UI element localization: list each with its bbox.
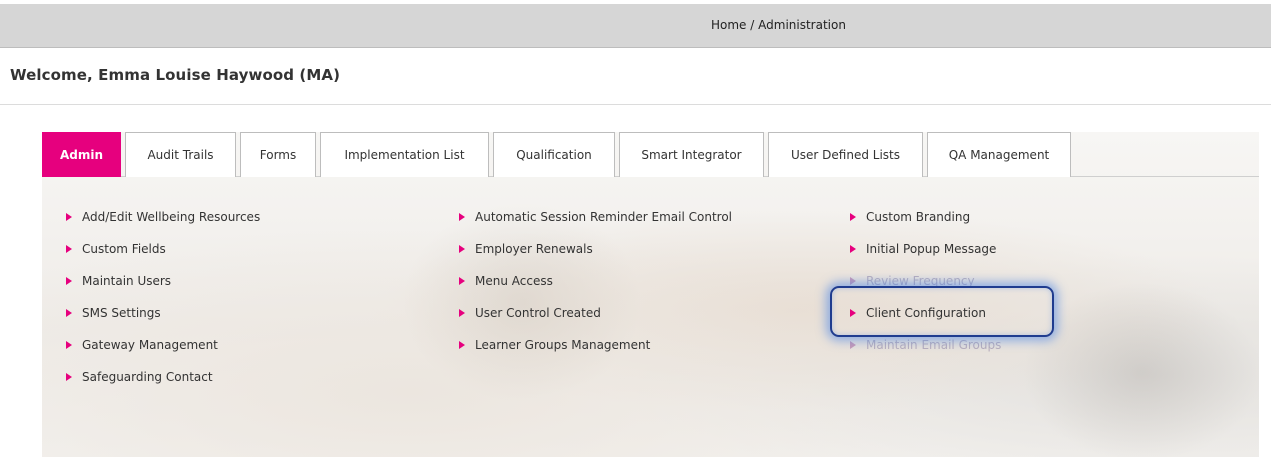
menu-item-label: Automatic Session Reminder Email Control (475, 210, 732, 224)
triangle-right-icon (850, 341, 856, 349)
tab-bar: Admin Audit Trails Forms Implementation … (42, 132, 1259, 177)
breadcrumb-separator: / (750, 18, 755, 32)
tab-admin[interactable]: Admin (42, 132, 121, 177)
welcome-message: Welcome, Emma Louise Haywood (MA) (10, 66, 341, 84)
menu-item-initial-popup-message[interactable]: Initial Popup Message (850, 242, 996, 256)
menu-item-label: Add/Edit Wellbeing Resources (82, 210, 261, 224)
menu-item-employer-renewals[interactable]: Employer Renewals (459, 242, 593, 256)
triangle-right-icon (66, 213, 72, 221)
menu-item-label: Client Configuration (866, 306, 986, 320)
menu-item-learner-groups-management[interactable]: Learner Groups Management (459, 338, 650, 352)
triangle-right-icon (850, 309, 856, 317)
menu-item-label: Initial Popup Message (866, 242, 997, 256)
triangle-right-icon (66, 309, 72, 317)
menu-item-label: Gateway Management (82, 338, 218, 352)
background-photo-shade (402, 202, 642, 402)
menu-item-user-control-created[interactable]: User Control Created (459, 306, 601, 320)
menu-item-label: User Control Created (475, 306, 601, 320)
menu-item-label: SMS Settings (82, 306, 161, 320)
tab-user-defined-lists[interactable]: User Defined Lists (768, 132, 923, 177)
menu-item-maintain-users[interactable]: Maintain Users (66, 274, 171, 288)
menu-item-safeguarding-contact[interactable]: Safeguarding Contact (66, 370, 213, 384)
menu-item-label: Maintain Users (82, 274, 172, 288)
triangle-right-icon (459, 277, 465, 285)
triangle-right-icon (459, 213, 465, 221)
menu-item-sms-settings[interactable]: SMS Settings (66, 306, 161, 320)
tab-forms[interactable]: Forms (240, 132, 316, 177)
triangle-right-icon (66, 373, 72, 381)
menu-item-label: Safeguarding Contact (82, 370, 213, 384)
triangle-right-icon (66, 341, 72, 349)
triangle-right-icon (66, 277, 72, 285)
triangle-right-icon (459, 341, 465, 349)
triangle-right-icon (459, 245, 465, 253)
triangle-right-icon (459, 309, 465, 317)
menu-item-menu-access[interactable]: Menu Access (459, 274, 553, 288)
menu-item-automatic-session-reminder-email-control[interactable]: Automatic Session Reminder Email Control (459, 210, 732, 224)
top-bar: Home / Administration (0, 4, 1271, 48)
breadcrumb-current: Administration (758, 18, 846, 32)
menu-item-add-edit-wellbeing-resources[interactable]: Add/Edit Wellbeing Resources (66, 210, 260, 224)
tab-audit-trails[interactable]: Audit Trails (125, 132, 236, 177)
tab-smart-integrator[interactable]: Smart Integrator (619, 132, 764, 177)
header-divider (0, 104, 1271, 105)
menu-item-gateway-management[interactable]: Gateway Management (66, 338, 218, 352)
menu-item-custom-branding[interactable]: Custom Branding (850, 210, 970, 224)
menu-item-review-frequency[interactable]: Review Frequency (850, 274, 975, 288)
breadcrumb-home-link[interactable]: Home (711, 18, 746, 32)
menu-item-label: Maintain Email Groups (866, 338, 1002, 352)
menu-item-label: Learner Groups Management (475, 338, 651, 352)
triangle-right-icon (850, 245, 856, 253)
menu-item-label: Menu Access (475, 274, 553, 288)
tab-qa-management[interactable]: QA Management (927, 132, 1071, 177)
triangle-right-icon (66, 245, 72, 253)
tab-qualification[interactable]: Qualification (493, 132, 615, 177)
menu-item-label: Custom Fields (82, 242, 166, 256)
background-photo-shade (1022, 282, 1259, 457)
menu-item-custom-fields[interactable]: Custom Fields (66, 242, 166, 256)
menu-item-client-configuration[interactable]: Client Configuration (850, 306, 986, 320)
admin-menu-panel (42, 132, 1259, 457)
menu-item-label: Custom Branding (866, 210, 971, 224)
breadcrumb: Home / Administration (711, 18, 846, 32)
triangle-right-icon (850, 213, 856, 221)
menu-item-maintain-email-groups[interactable]: Maintain Email Groups (850, 338, 1001, 352)
tab-implementation-list[interactable]: Implementation List (320, 132, 489, 177)
menu-item-label: Review Frequency (866, 274, 975, 288)
menu-item-label: Employer Renewals (475, 242, 593, 256)
triangle-right-icon (850, 277, 856, 285)
